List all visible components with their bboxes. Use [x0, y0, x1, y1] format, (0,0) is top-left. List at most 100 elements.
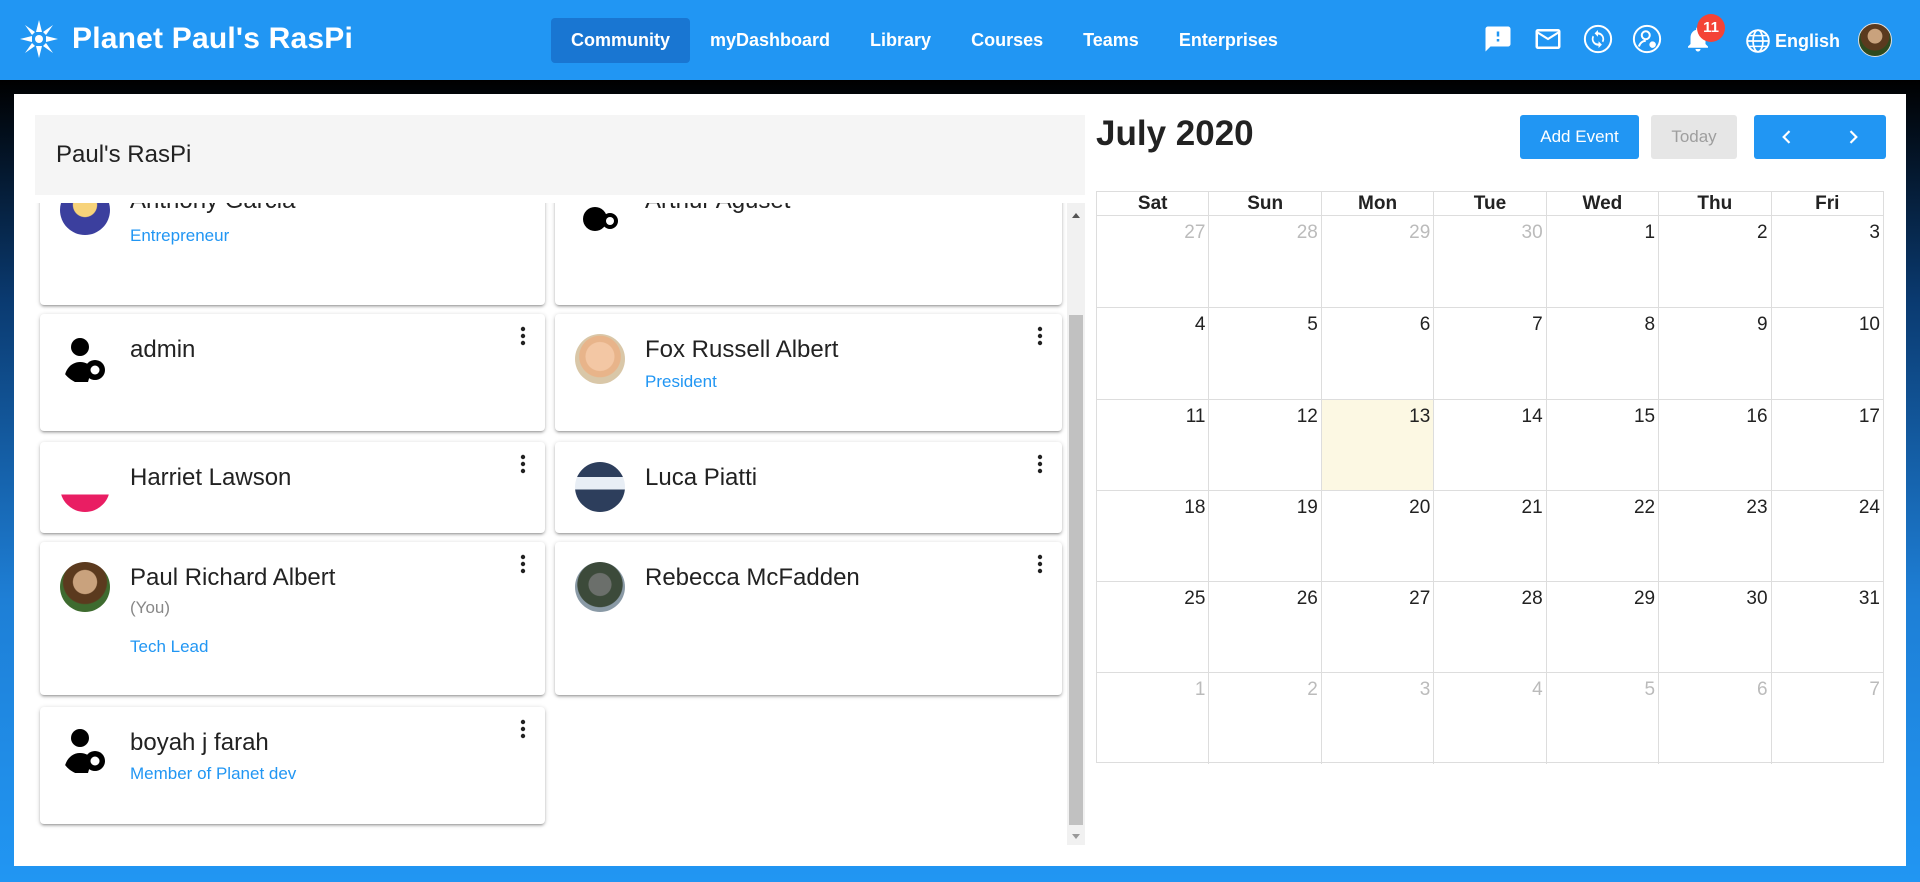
- nav-courses[interactable]: Courses: [951, 18, 1063, 63]
- calendar-day-cell[interactable]: 15: [1545, 399, 1658, 490]
- members-scrollbar[interactable]: [1067, 203, 1085, 845]
- weekday-label: Sat: [1137, 193, 1168, 214]
- calendar-day-cell[interactable]: 28: [1433, 582, 1545, 673]
- calendar-day-cell[interactable]: 10: [1770, 308, 1883, 399]
- nav-mydashboard[interactable]: myDashboard: [690, 18, 850, 63]
- calendar-day-cell[interactable]: 4: [1097, 308, 1208, 398]
- calendar-day-cell[interactable]: 22: [1545, 490, 1658, 582]
- calendar-day-cell[interactable]: 13: [1320, 399, 1434, 490]
- weekday-label: Sun: [1208, 192, 1320, 215]
- member-avatar: [60, 203, 110, 235]
- calendar-month-grid: Sat Sun Mon Tue Wed Thu Fri 27 28 29 30 1 2 3 4…: [1096, 191, 1884, 764]
- calendar-day-cell[interactable]: 19: [1208, 490, 1320, 582]
- calendar-day-cell[interactable]: 25: [1097, 582, 1208, 672]
- member-card[interactable]: Fox Russell Albert President: [555, 314, 1062, 431]
- calendar-day-cell[interactable]: 9: [1658, 308, 1770, 399]
- calendar-day-cell[interactable]: 28: [1208, 216, 1320, 308]
- more-options-icon[interactable]: [511, 452, 535, 476]
- calendar-day-cell[interactable]: 3: [1770, 216, 1883, 308]
- calendar-day-cell[interactable]: 12: [1208, 399, 1320, 490]
- calendar-day-cell[interactable]: 1: [1097, 673, 1208, 763]
- more-options-icon[interactable]: [1028, 452, 1052, 476]
- weekday-label: Mon: [1320, 192, 1433, 215]
- calendar-day-cell[interactable]: 11: [1097, 400, 1208, 490]
- members-list[interactable]: Anthony Garcia Entrepreneur Arthur Aguse…: [35, 203, 1067, 845]
- add-event-button[interactable]: Add Event: [1520, 115, 1639, 159]
- scroll-down-arrow-icon[interactable]: [1072, 834, 1080, 839]
- calendar-day-cell[interactable]: 23: [1658, 490, 1770, 582]
- more-options-icon[interactable]: [1028, 552, 1052, 576]
- nav-library[interactable]: Library: [850, 18, 951, 63]
- member-avatar: [575, 462, 625, 512]
- calendar-day-cell[interactable]: 31: [1770, 582, 1883, 673]
- member-name: boyah j farah: [130, 729, 269, 756]
- sync-icon[interactable]: [1583, 24, 1613, 54]
- app-brand-title[interactable]: Planet Paul's RasPi: [72, 22, 353, 56]
- more-options-icon[interactable]: [511, 324, 535, 348]
- member-avatar: [60, 562, 110, 612]
- scroll-up-arrow-icon[interactable]: [1072, 213, 1080, 218]
- calendar-day-cell[interactable]: 5: [1208, 308, 1320, 399]
- nav-community[interactable]: Community: [551, 18, 690, 63]
- member-avatar: [60, 462, 110, 512]
- more-options-icon[interactable]: [1028, 324, 1052, 348]
- member-role: Entrepreneur: [130, 226, 230, 245]
- calendar-day-cell[interactable]: 14: [1433, 399, 1545, 490]
- calendar-week-row: 1234567: [1097, 672, 1883, 764]
- member-card[interactable]: Paul Richard Albert (You) Tech Lead: [40, 542, 545, 695]
- calendar-month-title: July 2020: [1096, 114, 1254, 153]
- calendar-weekday-header: Sat Sun Mon Tue Wed Thu Fri: [1097, 192, 1883, 216]
- user-avatar[interactable]: [1858, 23, 1892, 57]
- scrollbar-thumb[interactable]: [1069, 315, 1083, 825]
- mail-icon[interactable]: [1533, 24, 1563, 54]
- calendar-day-cell[interactable]: 27: [1097, 216, 1208, 307]
- calendar-day-cell[interactable]: 6: [1320, 308, 1433, 399]
- calendar-day-cell[interactable]: 16: [1658, 399, 1770, 490]
- more-options-icon[interactable]: [511, 552, 535, 576]
- nav-teams[interactable]: Teams: [1063, 18, 1159, 63]
- calendar-day-cell[interactable]: 21: [1433, 490, 1545, 582]
- member-card[interactable]: Rebecca McFadden: [555, 542, 1062, 695]
- chevron-right-icon: [1849, 130, 1858, 144]
- calendar-day-cell[interactable]: 1: [1545, 216, 1658, 308]
- member-name: Paul Richard Albert: [130, 564, 336, 591]
- language-selector[interactable]: English: [1745, 27, 1840, 55]
- member-card[interactable]: Harriet Lawson: [40, 442, 545, 533]
- member-card[interactable]: Anthony Garcia Entrepreneur: [40, 203, 545, 305]
- more-options-icon[interactable]: [511, 717, 535, 741]
- calendar-day-cell[interactable]: 17: [1770, 399, 1883, 490]
- calendar-day-cell[interactable]: 8: [1545, 308, 1658, 399]
- member-card[interactable]: admin: [40, 314, 545, 431]
- member-card[interactable]: boyah j farah Member of Planet dev: [40, 707, 545, 824]
- member-card[interactable]: Luca Piatti: [555, 442, 1062, 533]
- calendar-day-cell[interactable]: 26: [1208, 582, 1320, 673]
- calendar-day-cell[interactable]: 30: [1658, 582, 1770, 673]
- calendar-day-cell[interactable]: 7: [1770, 673, 1883, 764]
- calendar-day-cell[interactable]: 20: [1320, 490, 1433, 582]
- calendar-day-cell[interactable]: 29: [1320, 216, 1433, 308]
- calendar-day-cell[interactable]: 4: [1433, 673, 1545, 764]
- member-name: Luca Piatti: [645, 464, 758, 491]
- nav-enterprises[interactable]: Enterprises: [1159, 18, 1298, 63]
- calendar-day-cell[interactable]: 5: [1545, 673, 1658, 764]
- member-name: Rebecca McFadden: [645, 564, 860, 591]
- feedback-icon[interactable]: [1483, 24, 1513, 54]
- calendar-day-cell[interactable]: 2: [1208, 673, 1320, 764]
- calendar-day-cell[interactable]: 30: [1433, 216, 1545, 308]
- calendar-day-cell[interactable]: 27: [1320, 582, 1433, 673]
- admin-user-icon[interactable]: [1632, 24, 1662, 54]
- calendar-day-cell[interactable]: 7: [1433, 308, 1545, 399]
- calendar-day-cell[interactable]: 18: [1097, 491, 1208, 581]
- calendar-day-cell[interactable]: 2: [1658, 216, 1770, 308]
- member-card[interactable]: Arthur Aguset: [555, 203, 1062, 305]
- calendar-day-cell[interactable]: 29: [1545, 582, 1658, 673]
- calendar-day-cell[interactable]: 6: [1658, 673, 1770, 764]
- calendar-day-cell[interactable]: 3: [1320, 673, 1433, 764]
- top-app-bar: Planet Paul's RasPi Community myDashboar…: [0, 0, 1920, 80]
- planet-logo-icon[interactable]: [18, 18, 60, 60]
- previous-month-button[interactable]: [1754, 115, 1820, 159]
- member-name: Fox Russell Albert: [645, 336, 839, 363]
- calendar-day-cell[interactable]: 24: [1770, 490, 1883, 582]
- next-month-button[interactable]: [1820, 115, 1886, 159]
- calendar-week-row: 11 12 13 14 15 16 17: [1097, 398, 1883, 490]
